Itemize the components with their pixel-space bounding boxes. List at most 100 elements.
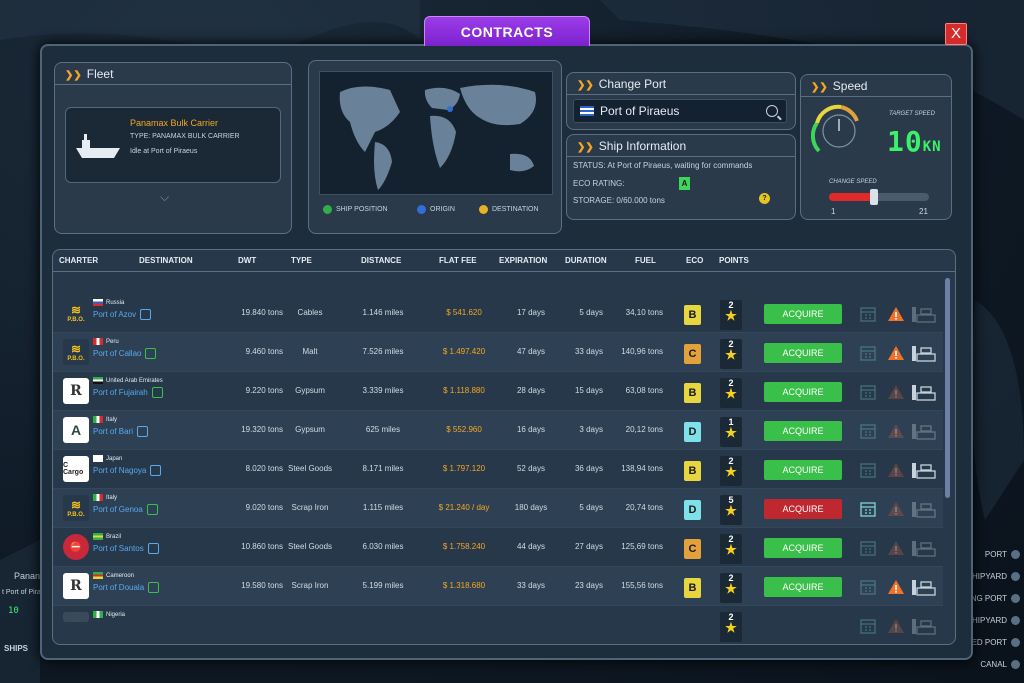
row-destination-link[interactable]: Port of Callao <box>93 348 157 359</box>
star-icon: ★ <box>725 542 737 557</box>
ships-label[interactable]: SHIPS <box>4 644 28 653</box>
header-fuel[interactable]: FUEL <box>635 256 656 265</box>
header-expiration[interactable]: EXPIRATION <box>499 256 547 265</box>
help-icon[interactable]: ? <box>759 193 770 204</box>
cargo-loading-icon[interactable] <box>911 539 937 557</box>
greece-flag-icon <box>580 106 594 116</box>
table-row[interactable]: A Italy Port of Bari 19.320 tons Gypsum 625 m… <box>53 411 943 450</box>
warning-icon[interactable] <box>887 578 905 596</box>
row-destination-link[interactable]: Port of Douala <box>93 582 160 593</box>
table-row[interactable]: ≋ P.B.O. Italy Port of Genoa 9.020 tons Scrap… <box>53 489 943 528</box>
fleet-title: Fleet <box>86 67 114 81</box>
row-destination-link[interactable]: Port of Santos <box>93 543 159 554</box>
header-points[interactable]: POINTS <box>719 256 749 265</box>
calendar-icon[interactable] <box>859 305 877 323</box>
warning-icon[interactable] <box>887 617 905 635</box>
cargo-loading-icon[interactable] <box>911 344 937 362</box>
row-eco-badge: B <box>684 578 701 598</box>
acquire-button[interactable]: ACQUIRE <box>764 421 842 441</box>
world-map[interactable] <box>319 71 553 195</box>
header-flat-fee[interactable]: FLAT FEE <box>439 256 477 265</box>
header-type[interactable]: TYPE <box>291 256 312 265</box>
cargo-loading-icon[interactable] <box>911 461 937 479</box>
table-row[interactable]: C Cargo Japan Port of Nagoya 8.020 tons Stee… <box>53 450 943 489</box>
cargo-loading-icon[interactable] <box>911 383 937 401</box>
cargo-loading-icon[interactable] <box>911 305 937 323</box>
table-row[interactable]: ≋ P.B.O. Peru Port of Callao 9.460 tons Malt 7… <box>53 333 943 372</box>
side-item-canal[interactable]: CANAL <box>980 660 1020 669</box>
row-destination-link[interactable]: Port of Nagoya <box>93 465 162 476</box>
table-row[interactable]: ⛔ Brazil Port of Santos 10.860 tons Steel Go… <box>53 528 943 567</box>
row-destination-link[interactable]: Port of Fujairah <box>93 387 163 398</box>
fleet-ship-card[interactable]: Panamax Bulk Carrier TYPE: PANAMAX BULK … <box>65 107 281 183</box>
speed-slider-handle[interactable] <box>870 189 878 205</box>
side-item-shipyard[interactable]: SHIPYARD <box>967 572 1020 581</box>
warning-icon[interactable] <box>887 539 905 557</box>
cargo-loading-icon[interactable] <box>911 617 937 635</box>
row-type: Scrap Iron <box>291 503 329 512</box>
row-points: 2 ★ <box>720 573 742 603</box>
cargo-loading-icon[interactable] <box>911 422 937 440</box>
acquire-button[interactable]: ACQUIRE <box>764 460 842 480</box>
row-fuel: 20,74 tons <box>625 503 663 512</box>
chevron-down-icon[interactable]: ⌵ <box>160 190 169 205</box>
calendar-icon[interactable] <box>859 500 877 518</box>
warning-icon[interactable] <box>887 422 905 440</box>
warning-icon[interactable] <box>887 344 905 362</box>
row-destination-link[interactable]: Port of Azov <box>93 309 152 320</box>
side-item-shipyard-2[interactable]: SHIPYARD <box>967 616 1020 625</box>
table-row[interactable]: ≋ P.B.O. Russia Port of Azov 19.840 tons Cabl… <box>53 294 943 333</box>
calendar-icon[interactable] <box>859 461 877 479</box>
header-destination[interactable]: DESTINATION <box>139 256 193 265</box>
cargo-loading-icon[interactable] <box>911 500 937 518</box>
row-dwt: 19.580 tons <box>241 581 283 590</box>
row-type: Steel Goods <box>287 542 333 551</box>
row-country: Nigeria <box>93 611 125 618</box>
calendar-icon[interactable] <box>859 617 877 635</box>
side-item-port[interactable]: PORT <box>985 550 1020 559</box>
row-fuel: 63,08 tons <box>625 386 663 395</box>
header-duration[interactable]: DURATION <box>565 256 607 265</box>
acquire-button[interactable]: ACQUIRE <box>764 382 842 402</box>
row-destination-link[interactable]: Port of Genoa <box>93 504 158 515</box>
charter-logo-text: P.B.O. <box>67 317 85 323</box>
close-button[interactable]: X <box>945 23 967 45</box>
side-item-lng-port[interactable]: LNG PORT <box>966 594 1020 603</box>
warning-icon[interactable] <box>887 500 905 518</box>
header-dwt[interactable]: DWT <box>238 256 256 265</box>
speed-slider[interactable] <box>829 189 929 205</box>
calendar-icon[interactable] <box>859 344 877 362</box>
warning-icon[interactable] <box>887 383 905 401</box>
country-flag-icon <box>93 377 103 384</box>
fleet-ship-type: TYPE: PANAMAX BULK CARRIER <box>130 133 240 140</box>
header-distance[interactable]: DISTANCE <box>361 256 401 265</box>
acquire-button[interactable]: ACQUIRE <box>764 577 842 597</box>
table-row[interactable]: Nigeria 2 ★ <box>53 606 943 644</box>
acquire-button[interactable]: ACQUIRE <box>764 304 842 324</box>
cargo-loading-icon[interactable] <box>911 578 937 596</box>
calendar-icon[interactable] <box>859 539 877 557</box>
table-row[interactable]: R United Arab Emirates Port of Fujairah 9.2… <box>53 372 943 411</box>
calendar-icon[interactable] <box>859 422 877 440</box>
calendar-icon[interactable] <box>859 383 877 401</box>
search-icon[interactable] <box>766 105 778 117</box>
acquire-button[interactable]: ACQUIRE <box>764 538 842 558</box>
external-link-icon <box>137 426 149 437</box>
port-search-input[interactable]: Port of Piraeus <box>573 99 787 123</box>
country-flag-icon <box>93 299 103 306</box>
table-scrollbar[interactable] <box>945 278 950 498</box>
row-duration: 5 days <box>579 503 603 512</box>
acquire-button[interactable]: ACQUIRE <box>764 343 842 363</box>
row-points: 2 ★ <box>720 534 742 564</box>
table-row[interactable]: R Cameroon Port of Douala 19.580 tons Scrap … <box>53 567 943 606</box>
row-duration: 3 days <box>579 425 603 434</box>
change-port-header: ❯❯ Change Port <box>567 73 795 95</box>
header-eco[interactable]: ECO <box>686 256 703 265</box>
header-charter[interactable]: CHARTER <box>59 256 98 265</box>
warning-icon[interactable] <box>887 461 905 479</box>
row-destination-link[interactable]: Port of Bari <box>93 426 149 437</box>
side-item-sed-port[interactable]: SED PORT <box>966 638 1020 647</box>
acquire-button[interactable]: ACQUIRE <box>764 499 842 519</box>
warning-icon[interactable] <box>887 305 905 323</box>
calendar-icon[interactable] <box>859 578 877 596</box>
